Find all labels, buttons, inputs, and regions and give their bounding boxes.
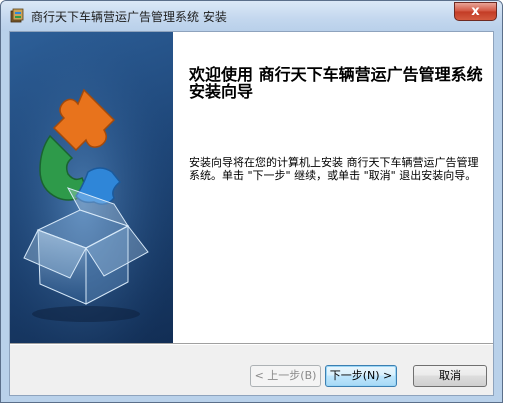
title-bar[interactable]: 商行天下车辆营运广告管理系统 安装 x: [1, 1, 502, 31]
close-button[interactable]: x: [454, 2, 497, 21]
button-separator: [10, 343, 493, 345]
dialog-body: 欢迎使用 商行天下车辆营运广告管理系统 安装向导 安装向导将在您的计算机上安装 …: [9, 31, 494, 396]
welcome-heading: 欢迎使用 商行天下车辆营运广告管理系统 安装向导: [189, 65, 483, 101]
next-button[interactable]: 下一步(N) >: [325, 365, 397, 387]
welcome-description: 安装向导将在您的计算机上安装 商行天下车辆营运广告管理系统。单击 "下一步" 继…: [189, 156, 479, 182]
cancel-button[interactable]: 取消: [413, 365, 487, 387]
welcome-panel: 欢迎使用 商行天下车辆营运广告管理系统 安装向导 安装向导将在您的计算机上安装 …: [173, 32, 493, 343]
window-title: 商行天下车辆营运广告管理系统 安装: [31, 10, 227, 24]
side-banner: [10, 32, 173, 343]
close-icon: x: [471, 4, 480, 19]
back-button[interactable]: < 上一步(B): [250, 365, 321, 387]
installer-icon: [9, 8, 25, 24]
installer-window: 商行天下车辆营运广告管理系统 安装 x 欢迎使用 商行天下车辆营运广告管理系统 …: [0, 0, 503, 403]
puzzle-box-illustration: [10, 32, 173, 343]
